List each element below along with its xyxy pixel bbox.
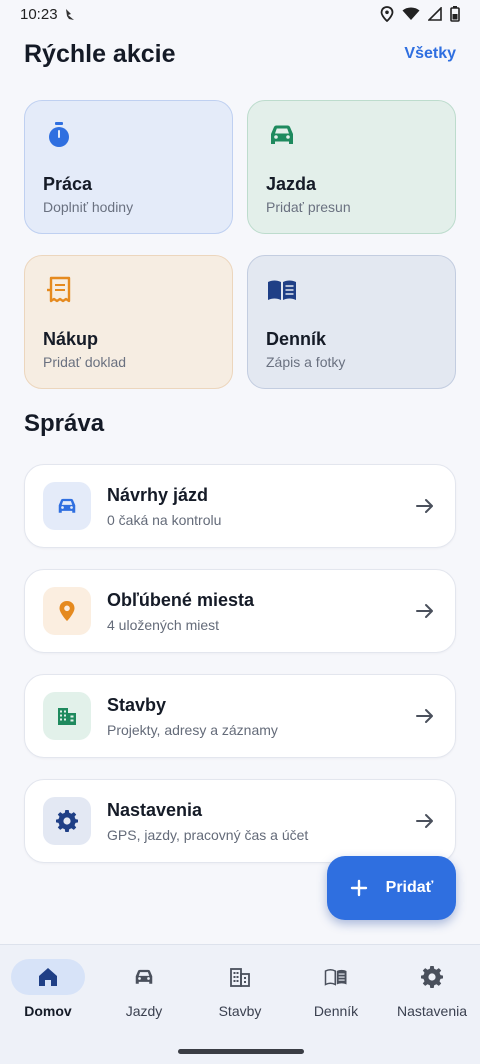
nav-active-indicator [11, 959, 85, 995]
quick-action-work[interactable]: Práca Doplniť hodiny [24, 100, 233, 234]
status-bar: 10:23 [0, 0, 480, 28]
management-item-favorite-places[interactable]: Obľúbené miesta 4 uložených miest [24, 569, 456, 653]
quick-action-subtitle: Pridať presun [266, 199, 351, 215]
icon-container [43, 482, 91, 530]
arrow-right-icon [416, 499, 433, 513]
location-pin-icon [59, 601, 75, 621]
nav-item-home[interactable]: Domov [0, 959, 96, 1019]
management-item-constructions[interactable]: Stavby Projekty, adresy a záznamy [24, 674, 456, 758]
management-item-title: Stavby [107, 694, 167, 715]
management-item-subtitle: GPS, jazdy, pracovný čas a účet [107, 826, 309, 843]
stopwatch-icon [49, 122, 69, 147]
section-title-management: Správa [24, 410, 105, 437]
nav-label: Domov [24, 1003, 72, 1019]
signal-icon [428, 7, 442, 21]
home-icon [39, 968, 57, 986]
nav-item-trips[interactable]: Jazdy [96, 959, 192, 1019]
quick-action-title: Jazda [266, 174, 317, 194]
quick-action-drive[interactable]: Jazda Pridať presun [247, 100, 456, 234]
nav-label: Stavby [218, 1003, 262, 1019]
management-item-subtitle: 4 uložených miest [107, 616, 220, 633]
book-icon [268, 280, 296, 300]
bottom-navigation: Domov Jazdy Stavby Denník Nastavenia [0, 944, 480, 1064]
quick-action-title: Nákup [43, 329, 99, 349]
nav-label: Nastavenia [396, 1003, 468, 1019]
gear-icon [56, 810, 78, 832]
gesture-bar[interactable] [178, 1049, 304, 1054]
gear-icon [421, 966, 443, 988]
car-icon [135, 969, 153, 984]
management-item-subtitle: Projekty, adresy a záznamy [107, 721, 278, 738]
management-item-subtitle: 0 čaká na kontrolu [107, 511, 222, 528]
quick-action-subtitle: Doplniť hodiny [43, 199, 134, 215]
plus-icon [350, 879, 367, 897]
nav-label: Jazdy [125, 1003, 163, 1019]
nav-label: Denník [313, 1003, 359, 1019]
management-item-title: Návrhy jázd [107, 484, 209, 505]
status-time: 10:23 [20, 5, 58, 23]
arrow-right-icon [416, 709, 433, 723]
arrow-right-icon [416, 604, 433, 618]
quick-action-title: Denník [266, 329, 327, 349]
arrow-right-icon [416, 814, 433, 828]
receipt-icon [47, 276, 71, 303]
car-icon [58, 498, 76, 513]
management-item-title: Nastavenia [107, 799, 203, 820]
notification-icon [65, 9, 74, 20]
quick-action-subtitle: Zápis a fotky [266, 354, 346, 370]
page-title: Rýchle akcie [24, 39, 176, 68]
wifi-icon [402, 7, 420, 20]
battery-icon [450, 6, 460, 22]
book-icon [324, 969, 347, 986]
management-item-title: Obľúbené miesta [107, 589, 254, 610]
add-fab-button[interactable]: Pridať [327, 856, 456, 920]
header: Rýchle akcie Všetky [24, 34, 456, 74]
nav-item-diary[interactable]: Denník [288, 959, 384, 1019]
icon-container [43, 692, 91, 740]
management-item-settings[interactable]: Nastavenia GPS, jazdy, pracovný čas a úč… [24, 779, 456, 863]
location-icon [380, 6, 394, 22]
quick-action-subtitle: Pridať doklad [43, 354, 127, 370]
fab-label: Pridať [385, 879, 434, 896]
car-icon [271, 125, 293, 144]
management-list: Návrhy jázd 0 čaká na kontrolu Obľúbené … [24, 464, 456, 884]
quick-action-title: Práca [43, 174, 93, 194]
nav-item-settings[interactable]: Nastavenia [384, 959, 480, 1019]
nav-item-constructions[interactable]: Stavby [192, 959, 288, 1019]
management-item-trip-suggestions[interactable]: Návrhy jázd 0 čaká na kontrolu [24, 464, 456, 548]
quick-action-diary[interactable]: Denník Zápis a fotky [247, 255, 456, 389]
icon-container [43, 797, 91, 845]
icon-container [43, 587, 91, 635]
buildings-icon [58, 708, 76, 725]
quick-actions-grid: Práca Doplniť hodiny Jazda Pridať presun… [24, 100, 456, 389]
all-link[interactable]: Všetky [404, 45, 456, 63]
quick-action-purchase[interactable]: Nákup Pridať doklad [24, 255, 233, 389]
buildings-icon [230, 968, 250, 987]
